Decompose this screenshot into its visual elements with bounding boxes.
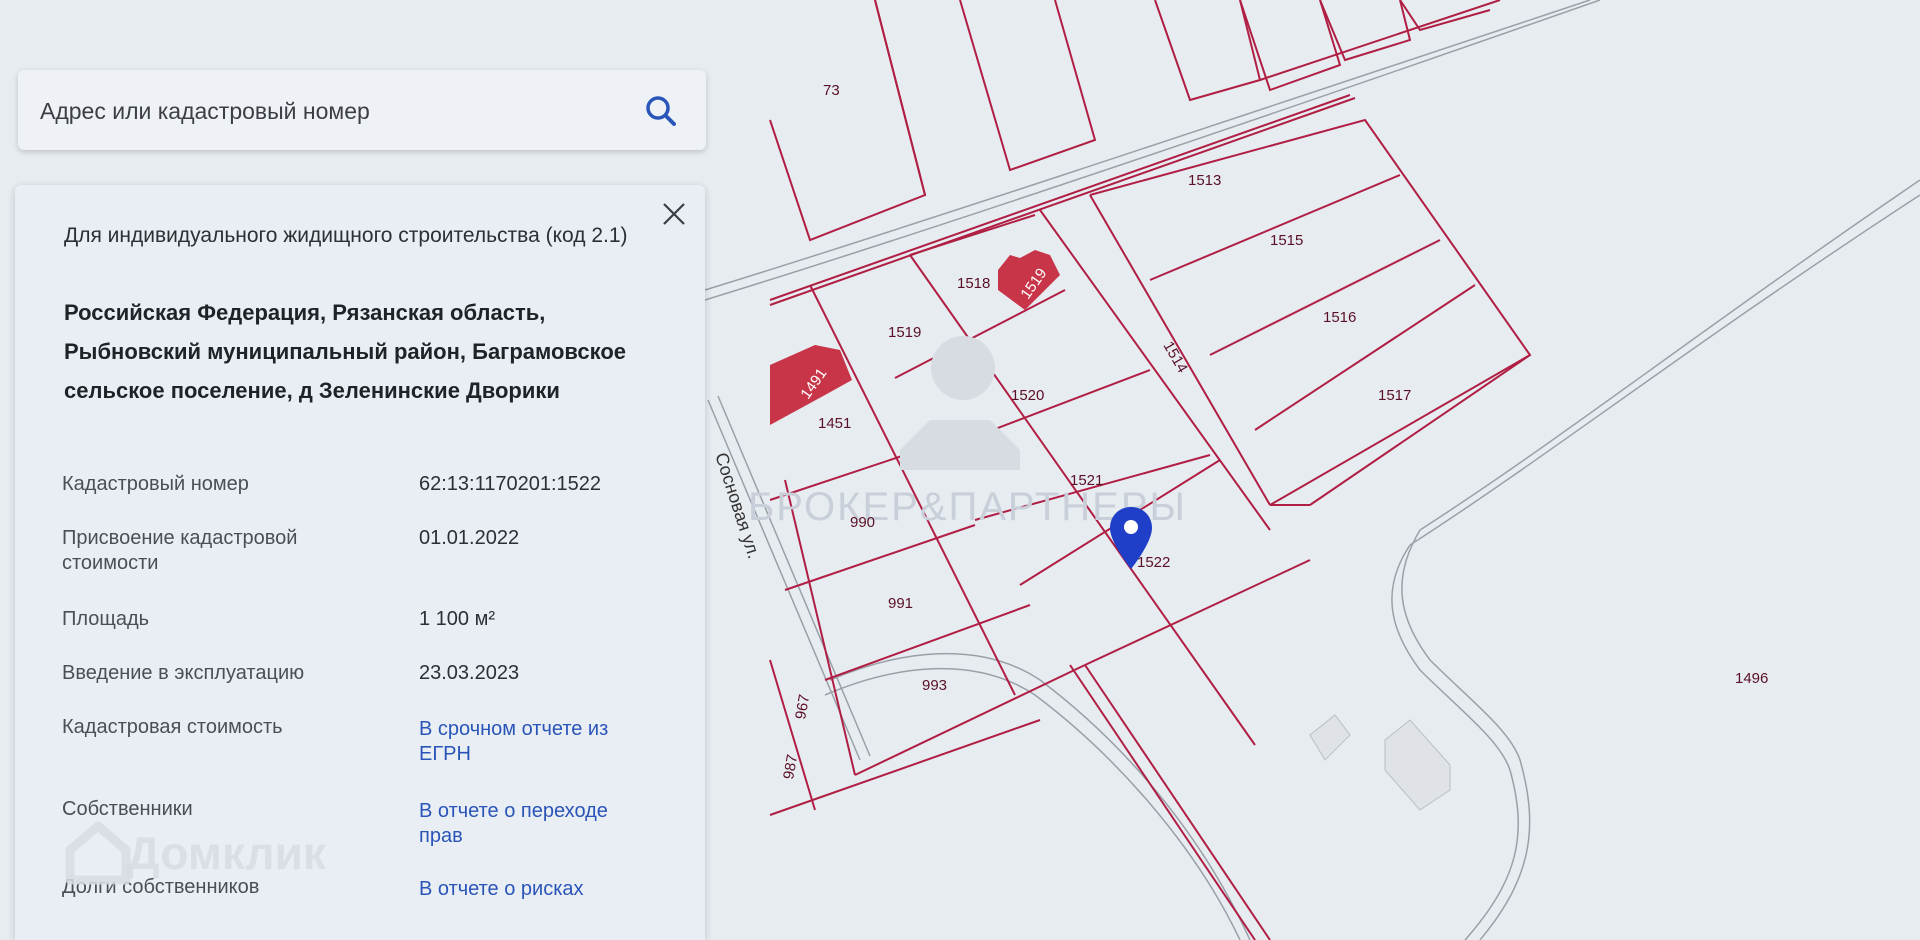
plot-label: 1517 [1378, 387, 1411, 404]
plot-label: 991 [888, 595, 913, 612]
plot-label: 990 [850, 514, 875, 531]
commissioning-label: Введение в эксплуатацию [62, 662, 305, 684]
cadastral-value-label: Кадастровая стоимость [62, 716, 283, 738]
location-pin-icon[interactable] [1108, 505, 1154, 571]
gray-buildings [1309, 714, 1451, 811]
plot-label: 1515 [1270, 232, 1303, 249]
rights-transfer-report-link[interactable]: В отчете о переходе прав [419, 799, 619, 849]
cadastral-number-label: Кадастровый номер [62, 473, 249, 495]
plot-label: 73 [823, 82, 840, 99]
land-purpose: Для индивидуального жидищного строительс… [64, 224, 628, 247]
search-input[interactable] [38, 88, 622, 134]
valuation-date-value: 01.01.2022 [419, 527, 520, 549]
commissioning-value: 23.03.2023 [419, 662, 520, 684]
area-value: 1 100 м² [419, 608, 496, 630]
plot-info-panel: Для индивидуального жидищного строительс… [15, 185, 705, 940]
domclick-wordmark: Домклик [127, 827, 326, 879]
area-label: Площадь [62, 608, 150, 630]
cadastral-number-value: 62:13:1170201:1522 [419, 473, 602, 495]
plot-address: Российская Федерация, Рязанская область,… [64, 300, 627, 403]
plot-label: 1451 [818, 415, 851, 432]
plot-label: 1514 [1160, 339, 1191, 376]
plot-label: 993 [922, 677, 947, 694]
plot-label: 1519 [888, 324, 921, 341]
plot-label: 967 [792, 693, 813, 721]
risk-report-link[interactable]: В отчете о рисках [419, 877, 679, 902]
search-icon[interactable] [644, 94, 678, 128]
plot-label: 1496 [1735, 670, 1768, 687]
plot-label: 1520 [1011, 387, 1044, 404]
plot-label: 1516 [1323, 309, 1356, 326]
plot-label: 987 [780, 753, 801, 781]
plot-label: 1513 [1188, 172, 1221, 189]
valuation-date-label: Присвоение кадастровой стоимости [62, 527, 298, 574]
road-lines [704, 0, 1920, 940]
search-bar [18, 70, 706, 150]
urgent-report-link[interactable]: В срочном отчете из ЕГРН [419, 717, 619, 767]
plot-label: 1518 [957, 275, 990, 292]
close-icon[interactable] [657, 197, 691, 231]
plot-label: 1521 [1070, 472, 1103, 489]
